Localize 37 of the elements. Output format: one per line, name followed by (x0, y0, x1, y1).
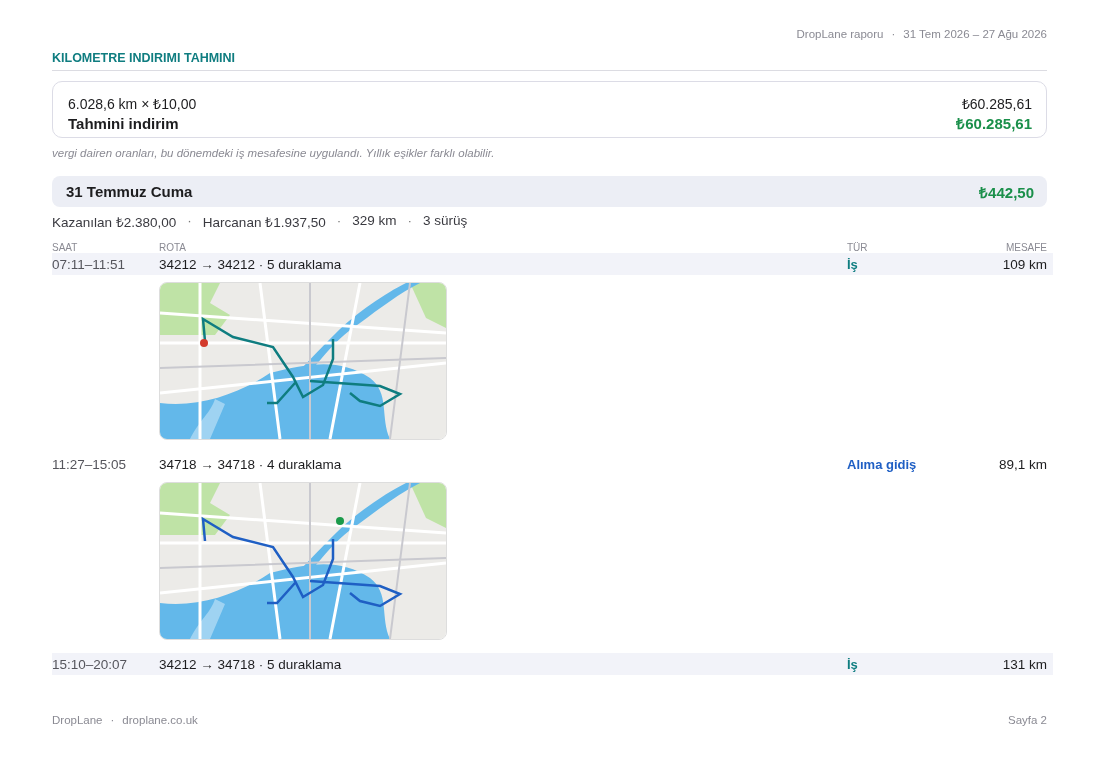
column-header: ROTA (159, 241, 188, 253)
separator-dot: · (891, 28, 896, 40)
report-period: 31 Tem 2026 – 27 Ağu 2026 (903, 28, 1047, 40)
column-header: MESAFE (1004, 241, 1047, 253)
total-value: ₺60.285,61 (956, 114, 1032, 133)
total-label: Tahmini indirim (68, 114, 179, 132)
table-cell-text: 131 km (1001, 656, 1047, 672)
note-text: vergi dairen oranları, bu dönemdeki iş mesafesine uygulandı. Yıllık eşikler farklı olabilir. (52, 147, 496, 159)
calculation-label: 6.028,6 km × ₺10,00 (68, 94, 197, 113)
page-number: Sayfa 2 (1008, 714, 1047, 726)
section-title: KILOMETRE INDIRIMI TAHMINI (52, 51, 1047, 71)
table-cell-text: 89,1 km (997, 456, 1047, 472)
day-stat: Kazanılan ₺2.380,00 (52, 214, 177, 231)
trip-type: İş (847, 656, 859, 672)
footer-brand: DropLane (52, 714, 103, 726)
separator-dot: · (110, 714, 115, 726)
separator-dot: · (336, 213, 342, 230)
column-header: TÜR (847, 241, 869, 253)
day-stat: 3 sürüş (423, 213, 468, 230)
trip-type: İş (847, 256, 859, 272)
table-cell-text: 109 km (1001, 256, 1047, 272)
table-cell-text: 11:27–15:05 (52, 456, 128, 472)
trip-type: Alıma gidiş (847, 456, 918, 472)
table-cell-text: 07:11–11:51 (52, 256, 127, 272)
table-cell-text: 15:10–20:07 (52, 656, 129, 672)
table-cell-text: 34212 → 34212 · 5 duraklama (159, 256, 343, 272)
calculation-value: ₺60.285,61 (961, 94, 1032, 113)
column-header: SAAT (52, 241, 79, 253)
day-title: 31 Temmuz Cuma (66, 183, 193, 200)
table-cell-text: 34718 → 34718 · 4 duraklama (159, 456, 343, 472)
separator-dot: · (407, 213, 412, 230)
separator-dot: · (187, 213, 192, 230)
day-stat: 329 km (352, 213, 397, 230)
table-cell-text: 34212 → 34718 · 5 duraklama (159, 656, 343, 672)
day-amount: ₺442,50 (979, 182, 1034, 202)
day-stat: Harcanan ₺1.937,50 (202, 214, 326, 231)
report-title: DropLane raporu (796, 28, 884, 40)
